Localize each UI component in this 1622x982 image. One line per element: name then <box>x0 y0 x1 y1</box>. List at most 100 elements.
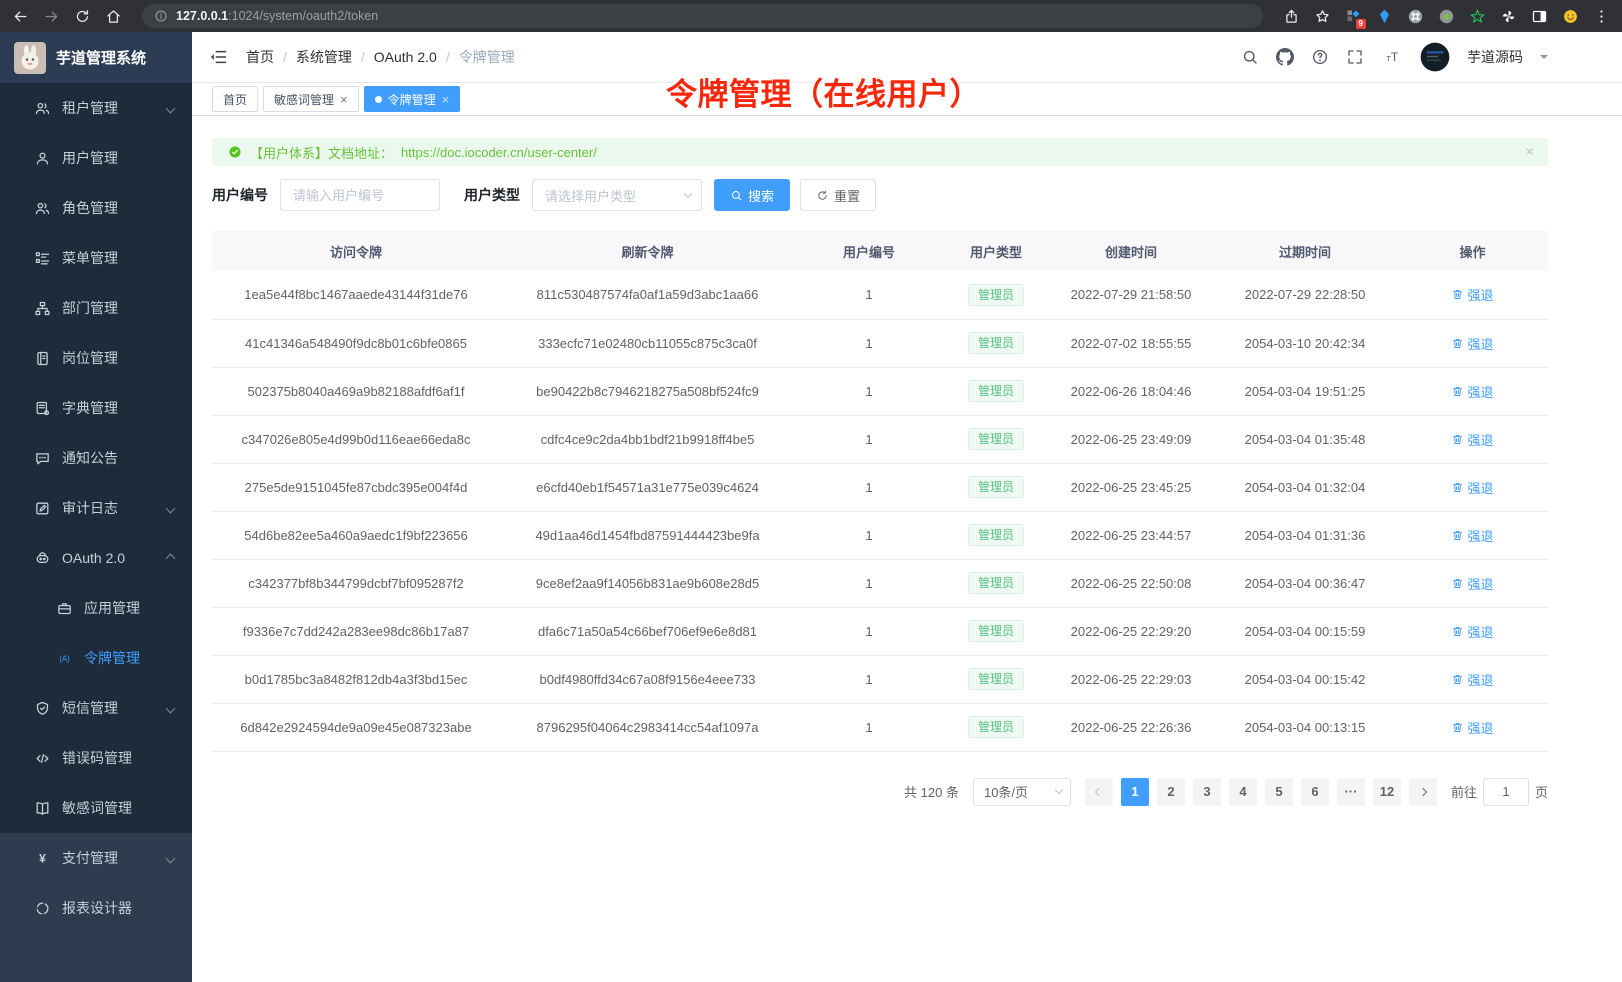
sidebar-item[interactable]: 菜单管理 <box>0 233 192 283</box>
sidebar-item[interactable]: 应用管理 <box>0 583 192 633</box>
breadcrumb-item[interactable]: 首页 <box>246 47 274 67</box>
user-type-select[interactable]: 请选择用户类型 <box>532 179 702 211</box>
page-button[interactable]: 1 <box>1121 778 1149 806</box>
sidebar-collapse-icon[interactable] <box>208 47 228 67</box>
cell-action: 强退 <box>1397 511 1548 559</box>
page-button[interactable]: 3 <box>1193 778 1221 806</box>
page-button[interactable]: 2 <box>1157 778 1185 806</box>
sidebar-item[interactable]: ¥ 支付管理 <box>0 833 192 883</box>
reset-button[interactable]: 重置 <box>800 179 876 211</box>
profile-emoji-icon[interactable] <box>1562 8 1579 25</box>
fullscreen-icon[interactable] <box>1346 48 1364 66</box>
help-icon[interactable] <box>1311 48 1329 66</box>
tab[interactable]: 敏感词管理 × <box>263 86 359 112</box>
sidebar-item[interactable]: 角色管理 <box>0 183 192 233</box>
robot-icon <box>34 550 51 567</box>
cell-user-type: 管理员 <box>943 511 1049 559</box>
search-button[interactable]: 搜索 <box>714 179 790 211</box>
tab-close-icon[interactable]: × <box>442 93 450 106</box>
user-name[interactable]: 芋道源码 <box>1467 47 1523 67</box>
force-logout-button[interactable]: 强退 <box>1451 670 1493 689</box>
breadcrumb-item[interactable]: 系统管理 <box>296 47 352 67</box>
user-avatar[interactable] <box>1420 42 1450 72</box>
font-size-icon[interactable]: TT <box>1381 48 1403 66</box>
force-logout-button[interactable]: 强退 <box>1451 285 1493 304</box>
sidebar-item[interactable]: 审计日志 <box>0 483 192 533</box>
sidebar-item-label: 部门管理 <box>62 298 176 318</box>
doc-link[interactable]: https://doc.iocoder.cn/user-center/ <box>401 145 597 160</box>
force-logout-button[interactable]: 强退 <box>1451 622 1493 641</box>
address-bar[interactable]: 127.0.0.1:1024/system/oauth2/token <box>142 4 1263 28</box>
bookmark-star-icon[interactable] <box>1314 8 1331 25</box>
breadcrumb-item[interactable]: OAuth 2.0 <box>374 49 437 65</box>
next-page-button[interactable] <box>1409 778 1437 806</box>
search-icon[interactable] <box>1241 48 1259 66</box>
pinwheel-extension-icon[interactable] <box>1500 8 1517 25</box>
reload-icon[interactable] <box>74 8 91 25</box>
table-row: 41c41346a548490f9dc8b01c6bfe0865 333ecfc… <box>212 319 1548 367</box>
trash-icon <box>1451 385 1464 398</box>
page-button[interactable]: 4 <box>1229 778 1257 806</box>
side-panel-icon[interactable] <box>1531 8 1548 25</box>
trash-icon <box>1451 721 1464 734</box>
success-check-icon <box>228 145 242 159</box>
trash-icon <box>1451 529 1464 542</box>
back-icon[interactable] <box>12 8 29 25</box>
tab[interactable]: 令牌管理 × <box>364 86 461 112</box>
page-button[interactable]: 5 <box>1265 778 1293 806</box>
force-logout-button[interactable]: 强退 <box>1451 478 1493 497</box>
force-logout-button[interactable]: 强退 <box>1451 334 1493 353</box>
sidebar-item[interactable]: 错误码管理 <box>0 733 192 783</box>
record-extension-icon[interactable] <box>1438 8 1455 25</box>
more-pages-button[interactable]: ··· <box>1337 778 1365 806</box>
cell-user-id: 1 <box>795 319 943 367</box>
table-row: 54d6be82ee5a460a9aedc1f9bf223656 49d1aa4… <box>212 511 1548 559</box>
extension-grid-icon[interactable]: 9 <box>1345 8 1362 25</box>
cell-user-id: 1 <box>795 415 943 463</box>
sidebar-item[interactable]: OAuth 2.0 <box>0 533 192 583</box>
prev-page-button[interactable] <box>1085 778 1113 806</box>
cell-user-id: 1 <box>795 511 943 559</box>
user-menu-caret-icon[interactable] <box>1540 55 1548 63</box>
cell-refresh-token: be90422b8c7946218275a508bf524fc9 <box>500 367 795 415</box>
user-id-input[interactable] <box>280 179 440 211</box>
page-button[interactable]: 12 <box>1373 778 1401 806</box>
table-body: 1ea5e44f8bc1467aaede43144f31de76 811c530… <box>212 271 1548 751</box>
cell-access-token: f9336e7c7dd242a283ee98dc86b17a87 <box>212 607 500 655</box>
sidebar-item[interactable]: 用户管理 <box>0 133 192 183</box>
sidebar-item-label: 错误码管理 <box>62 748 176 768</box>
page-size-select[interactable]: 10条/页 <box>973 778 1071 806</box>
cell-action: 强退 <box>1397 415 1548 463</box>
command-extension-icon[interactable] <box>1407 8 1424 25</box>
goto-page-input[interactable] <box>1483 778 1529 806</box>
sidebar-item[interactable]: 岗位管理 <box>0 333 192 383</box>
sidebar-item[interactable]: (A) 令牌管理 <box>0 633 192 683</box>
share-icon[interactable] <box>1283 8 1300 25</box>
force-logout-label: 强退 <box>1467 285 1493 304</box>
page-button[interactable]: 6 <box>1301 778 1329 806</box>
force-logout-button[interactable]: 强退 <box>1451 382 1493 401</box>
sidebar-item[interactable]: 通知公告 <box>0 433 192 483</box>
force-logout-button[interactable]: 强退 <box>1451 574 1493 593</box>
github-icon[interactable] <box>1276 48 1294 66</box>
tab-close-icon[interactable]: × <box>340 93 348 106</box>
force-logout-button[interactable]: 强退 <box>1451 430 1493 449</box>
sidebar-item[interactable]: 租户管理 <box>0 83 192 133</box>
info-icon[interactable] <box>154 9 168 23</box>
forward-icon[interactable] <box>43 8 60 25</box>
alert-close-icon[interactable]: × <box>1525 145 1534 160</box>
sidebar-item[interactable]: 部门管理 <box>0 283 192 333</box>
tab[interactable]: 首页 <box>212 86 258 112</box>
sidebar-item[interactable]: 敏感词管理 <box>0 783 192 833</box>
force-logout-button[interactable]: 强退 <box>1451 718 1493 737</box>
app-logo-row[interactable]: 芋道管理系统 <box>0 32 192 83</box>
gem-extension-icon[interactable] <box>1376 8 1393 25</box>
force-logout-button[interactable]: 强退 <box>1451 526 1493 545</box>
sidebar-item[interactable]: 报表设计器 <box>0 883 192 933</box>
sidebar-item[interactable]: 字典管理 <box>0 383 192 433</box>
green-star-extension-icon[interactable] <box>1469 8 1486 25</box>
home-icon[interactable] <box>105 8 122 25</box>
sidebar-item[interactable]: 短信管理 <box>0 683 192 733</box>
browser-menu-icon[interactable] <box>1593 8 1610 25</box>
cell-action: 强退 <box>1397 271 1548 319</box>
